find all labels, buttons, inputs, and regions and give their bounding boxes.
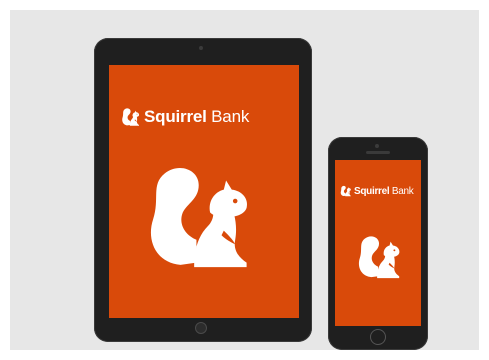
squirrel-icon <box>121 107 141 127</box>
brand-name: Squirrel Bank <box>144 107 249 127</box>
phone-brand-logo: Squirrel Bank <box>340 184 414 198</box>
display-stage: Squirrel Bank Squirrel Bank <box>10 10 479 350</box>
brand-name-part2: Bank <box>391 185 414 197</box>
tablet-camera <box>199 46 203 50</box>
phone-speaker <box>366 151 390 154</box>
phone-screen: Squirrel Bank <box>335 160 421 326</box>
phone-home-button[interactable] <box>370 329 386 345</box>
squirrel-icon <box>340 185 352 197</box>
squirrel-icon <box>144 157 258 277</box>
brand-name-part2: Bank <box>211 107 250 126</box>
tablet-screen: Squirrel Bank <box>109 65 299 318</box>
tablet-device: Squirrel Bank <box>94 38 312 342</box>
brand-name-part1: Squirrel <box>144 107 207 126</box>
brand-name: Squirrel Bank <box>354 185 414 197</box>
squirrel-icon <box>356 231 404 283</box>
tablet-brand-logo: Squirrel Bank <box>121 106 249 128</box>
phone-camera <box>375 144 379 148</box>
brand-name-part1: Squirrel <box>354 185 390 197</box>
tablet-home-button[interactable] <box>195 322 207 334</box>
phone-device: Squirrel Bank <box>328 137 428 350</box>
